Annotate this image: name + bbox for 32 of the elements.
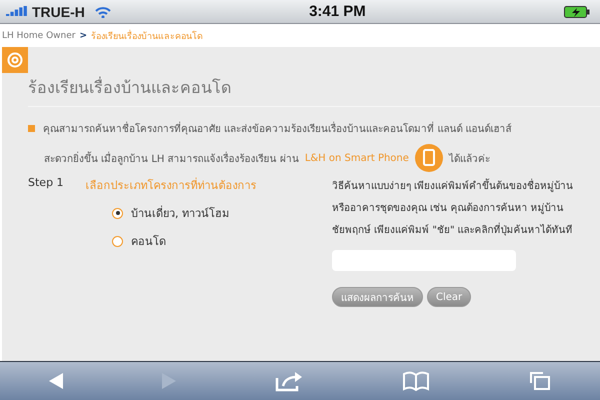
clock-time: 3:41 PM [309, 3, 366, 20]
carrier-name: TRUE-H [32, 4, 85, 20]
back-button[interactable] [49, 373, 64, 389]
clear-button[interactable]: Clear [427, 287, 472, 307]
battery-icon [564, 6, 590, 18]
search-help-text: วิธีค้นหาแบบง่ายๆ เพียงแค่พิมพ์คำขึ้นต้นของชื่อหมู่บ้านหรืออาคารชุดของคุณ เช่น คุณต้องการค้นหา หมู่บ้าน ชัยพฤกษ์ เพียงแค่พิมพ์ "ชัย" และคลิกที่ปุ่มค้นหาได้ทันที [332, 176, 582, 242]
page-title: ร้องเรียนเรื่องบ้านและคอนโด [28, 75, 600, 107]
note-text-end: ได้แล้วค่ะ [448, 152, 490, 166]
share-icon [274, 370, 304, 392]
radio-label[interactable]: บ้านเดี่ยว, ทาวน์โฮม [131, 204, 229, 222]
book-icon [402, 371, 430, 391]
bullet-icon [28, 125, 35, 132]
radio-button[interactable] [112, 236, 123, 246]
tabs-icon [528, 371, 551, 391]
breadcrumb-link[interactable]: LH Home Owner [2, 30, 76, 40]
intro-text: คุณสามารถค้นหาชื่อโครงการที่คุณอาศัย และส่งข้อความร้องเรียนเรื่องบ้านและคอนโดมาที่ แลนด์ แอนด์เฮาส์ [43, 121, 512, 136]
step-label: Step 1 [28, 176, 64, 191]
breadcrumb-separator: > [79, 30, 88, 40]
tabs-button[interactable] [528, 371, 551, 391]
tablet-icon [414, 144, 443, 172]
wifi-icon [94, 6, 111, 18]
back-icon [49, 373, 64, 389]
share-button[interactable] [274, 370, 304, 392]
note-text: สะดวกยิ่งขึ้น เมื่อลูกบ้าน LH สามารถแจ้งเรื่องร้องเรียน ผ่าน [44, 150, 299, 166]
search-button[interactable]: แสดงผลการค้นห [332, 287, 423, 307]
radio-button[interactable] [112, 208, 123, 218]
breadcrumb-current: ร้องเรียนเรื่องบ้านและคอนโด [91, 28, 204, 42]
radio-label[interactable]: คอนโด [131, 232, 166, 250]
bookmarks-button[interactable] [402, 371, 430, 391]
step-heading: เลือกประเภทโครงการที่ท่านต้องการ [86, 176, 257, 194]
forward-icon [162, 373, 176, 389]
signal-icon [6, 6, 28, 18]
